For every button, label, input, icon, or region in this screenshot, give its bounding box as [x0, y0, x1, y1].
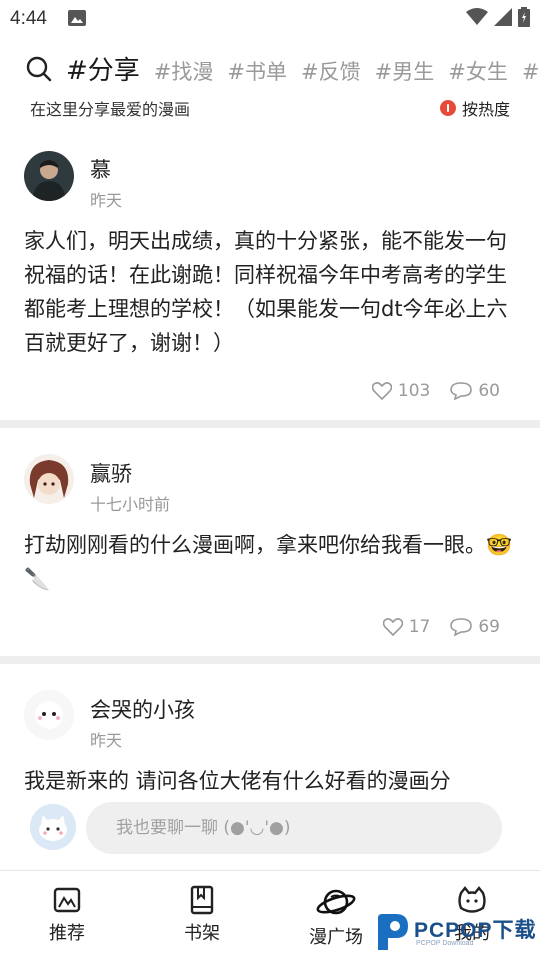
post-separator — [0, 420, 540, 428]
tab-more[interactable]: #耶 — [522, 56, 540, 86]
tab-manga-square[interactable]: 漫广场 — [296, 885, 376, 949]
topic-tabs: #分享 #找漫 #书单 #反馈 #男生 #女生 #耶 — [66, 50, 540, 87]
topic-subheader: 在这里分享最爱的漫画 按热度 — [30, 96, 510, 120]
post-content[interactable]: 家人们，明天出成绩，真的十分紧张，能不能发一句祝福的话！在此谢跪！同样祝福今年中… — [24, 224, 516, 360]
battery-icon — [518, 7, 530, 27]
comment-button[interactable]: 69 — [450, 617, 500, 637]
post-time: 昨天 — [90, 731, 123, 750]
post-author[interactable]: 会哭的小孩 — [90, 694, 195, 724]
post-card[interactable]: 慕 昨天 家人们，明天出成绩，真的十分紧张，能不能发一句祝福的话！在此谢跪！同样… — [0, 140, 540, 420]
heart-icon — [382, 618, 403, 636]
sort-label: 按热度 — [461, 100, 510, 119]
recommend-icon — [53, 887, 81, 913]
avatar[interactable] — [24, 454, 74, 504]
my-avatar[interactable] — [30, 804, 76, 850]
comment-button[interactable]: 60 — [450, 381, 500, 401]
tab-share[interactable]: #分享 — [66, 50, 140, 87]
status-bar: 4:44 — [0, 0, 540, 36]
post-card[interactable]: 会哭的小孩 昨天 我是新来的 请问各位大佬有什么好看的漫画分 — [0, 664, 540, 800]
like-count: 17 — [408, 617, 431, 637]
tab-label: 漫广场 — [309, 927, 363, 948]
post-author[interactable]: 慕 — [90, 154, 111, 184]
like-count: 103 — [397, 381, 431, 401]
hot-sort-icon — [439, 100, 456, 116]
wifi-icon — [466, 8, 488, 25]
watermark-sub: PCPOP Download — [416, 940, 474, 947]
comment-icon — [450, 382, 473, 400]
status-time: 4:44 — [10, 8, 47, 29]
tab-boys[interactable]: #男生 — [375, 56, 435, 86]
planet-icon — [316, 889, 356, 915]
comment-count: 69 — [478, 617, 500, 637]
topic-tabs-bar: #分享 #找漫 #书单 #反馈 #男生 #女生 #耶 — [0, 48, 540, 88]
system-icons — [466, 7, 530, 27]
watermark: PCPOP下载 PCPOP Download — [374, 910, 540, 954]
post-content[interactable]: 我是新来的 请问各位大佬有什么好看的漫画分 — [24, 764, 516, 798]
signal-icon — [494, 8, 512, 26]
tab-feedback[interactable]: #反馈 — [301, 56, 361, 86]
post-time: 昨天 — [90, 191, 123, 210]
tab-booklist[interactable]: #书单 — [227, 56, 287, 86]
watermark-logo-icon — [378, 914, 408, 950]
comment-count: 60 — [478, 381, 500, 401]
post-author[interactable]: 赢骄 — [90, 458, 132, 488]
topic-description: 在这里分享最爱的漫画 — [30, 100, 191, 119]
tab-label: 书架 — [184, 923, 220, 944]
comment-input[interactable]: 我也要聊一聊 (●'◡'●) — [86, 802, 502, 854]
tab-find-manga[interactable]: #找漫 — [154, 56, 214, 86]
post-stats: 17 69 — [382, 617, 500, 637]
tab-label: 推荐 — [49, 923, 85, 944]
comment-icon — [450, 618, 473, 636]
comment-composer: 我也要聊一聊 (●'◡'●) — [0, 800, 540, 860]
post-time: 十七小时前 — [90, 495, 171, 514]
tab-bookshelf[interactable]: 书架 — [162, 885, 242, 945]
avatar[interactable] — [24, 151, 74, 201]
tab-recommend[interactable]: 推荐 — [27, 885, 107, 945]
post-separator — [0, 656, 540, 664]
avatar[interactable] — [24, 690, 74, 740]
heart-icon — [371, 382, 392, 400]
image-notification-icon — [68, 10, 86, 30]
post-card[interactable]: 赢骄 十七小时前 打劫刚刚看的什么漫画啊，拿来吧你给我看一眼。🤓🔪 17 69 — [0, 428, 540, 656]
post-stats: 103 60 — [371, 381, 500, 401]
like-button[interactable]: 103 — [371, 381, 431, 401]
like-button[interactable]: 17 — [382, 617, 431, 637]
post-content[interactable]: 打劫刚刚看的什么漫画啊，拿来吧你给我看一眼。🤓🔪 — [24, 528, 516, 596]
tab-girls[interactable]: #女生 — [448, 56, 508, 86]
bookshelf-icon — [190, 885, 214, 915]
search-icon[interactable] — [26, 56, 52, 86]
sort-toggle[interactable]: 按热度 — [439, 96, 510, 120]
